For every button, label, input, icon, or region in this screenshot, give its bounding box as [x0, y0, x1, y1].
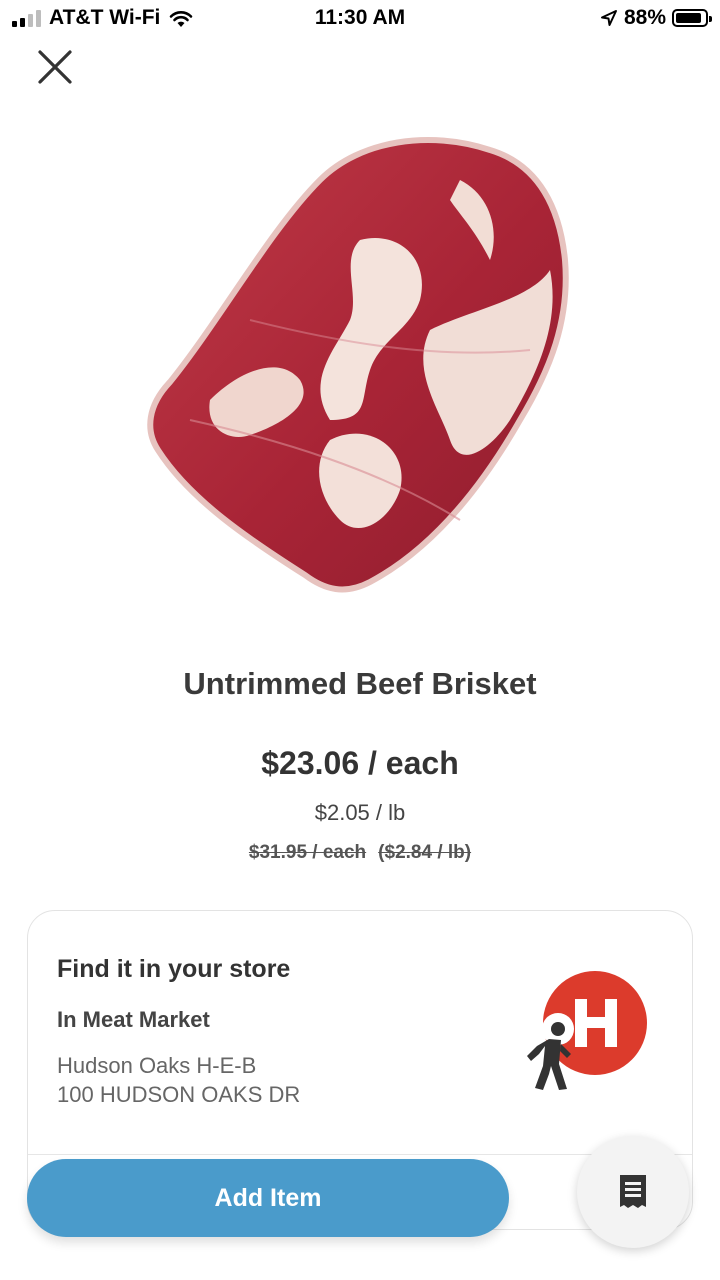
product-title: Untrimmed Beef Brisket	[183, 666, 537, 701]
original-price-each: $31.95 / each	[248, 842, 367, 863]
original-price-per-lb: ($2.84 / lb)	[378, 842, 472, 863]
product-image	[147, 137, 569, 593]
original-price: $31.95 / each ($2.84 / lb)	[0, 842, 720, 864]
status-bar: AT&T Wi-Fi 11:30 AM 88%	[0, 0, 720, 38]
close-button[interactable]	[30, 44, 80, 90]
heb-walking-person-icon	[527, 971, 647, 1090]
store-department: In Meat Market	[57, 1007, 210, 1032]
status-right: 88%	[600, 6, 712, 30]
price-each: $23.06 / each	[261, 745, 459, 781]
receipt-icon	[620, 1175, 646, 1208]
add-item-button[interactable]: Add Item	[27, 1159, 509, 1237]
battery-icon	[672, 9, 712, 27]
battery-percent: 88%	[623, 6, 666, 29]
store-address: 100 HUDSON OAKS DR	[57, 1082, 301, 1107]
location-arrow-icon	[600, 10, 617, 26]
price-per-lb: $2.05 / lb	[314, 800, 406, 825]
battery-cap	[709, 16, 712, 22]
shopping-list-button[interactable]	[577, 1136, 689, 1248]
battery-level-fill	[676, 13, 701, 23]
store-name: Hudson Oaks H-E-B	[57, 1053, 257, 1078]
store-card-heading: Find it in your store	[57, 955, 291, 983]
close-icon	[38, 50, 72, 84]
